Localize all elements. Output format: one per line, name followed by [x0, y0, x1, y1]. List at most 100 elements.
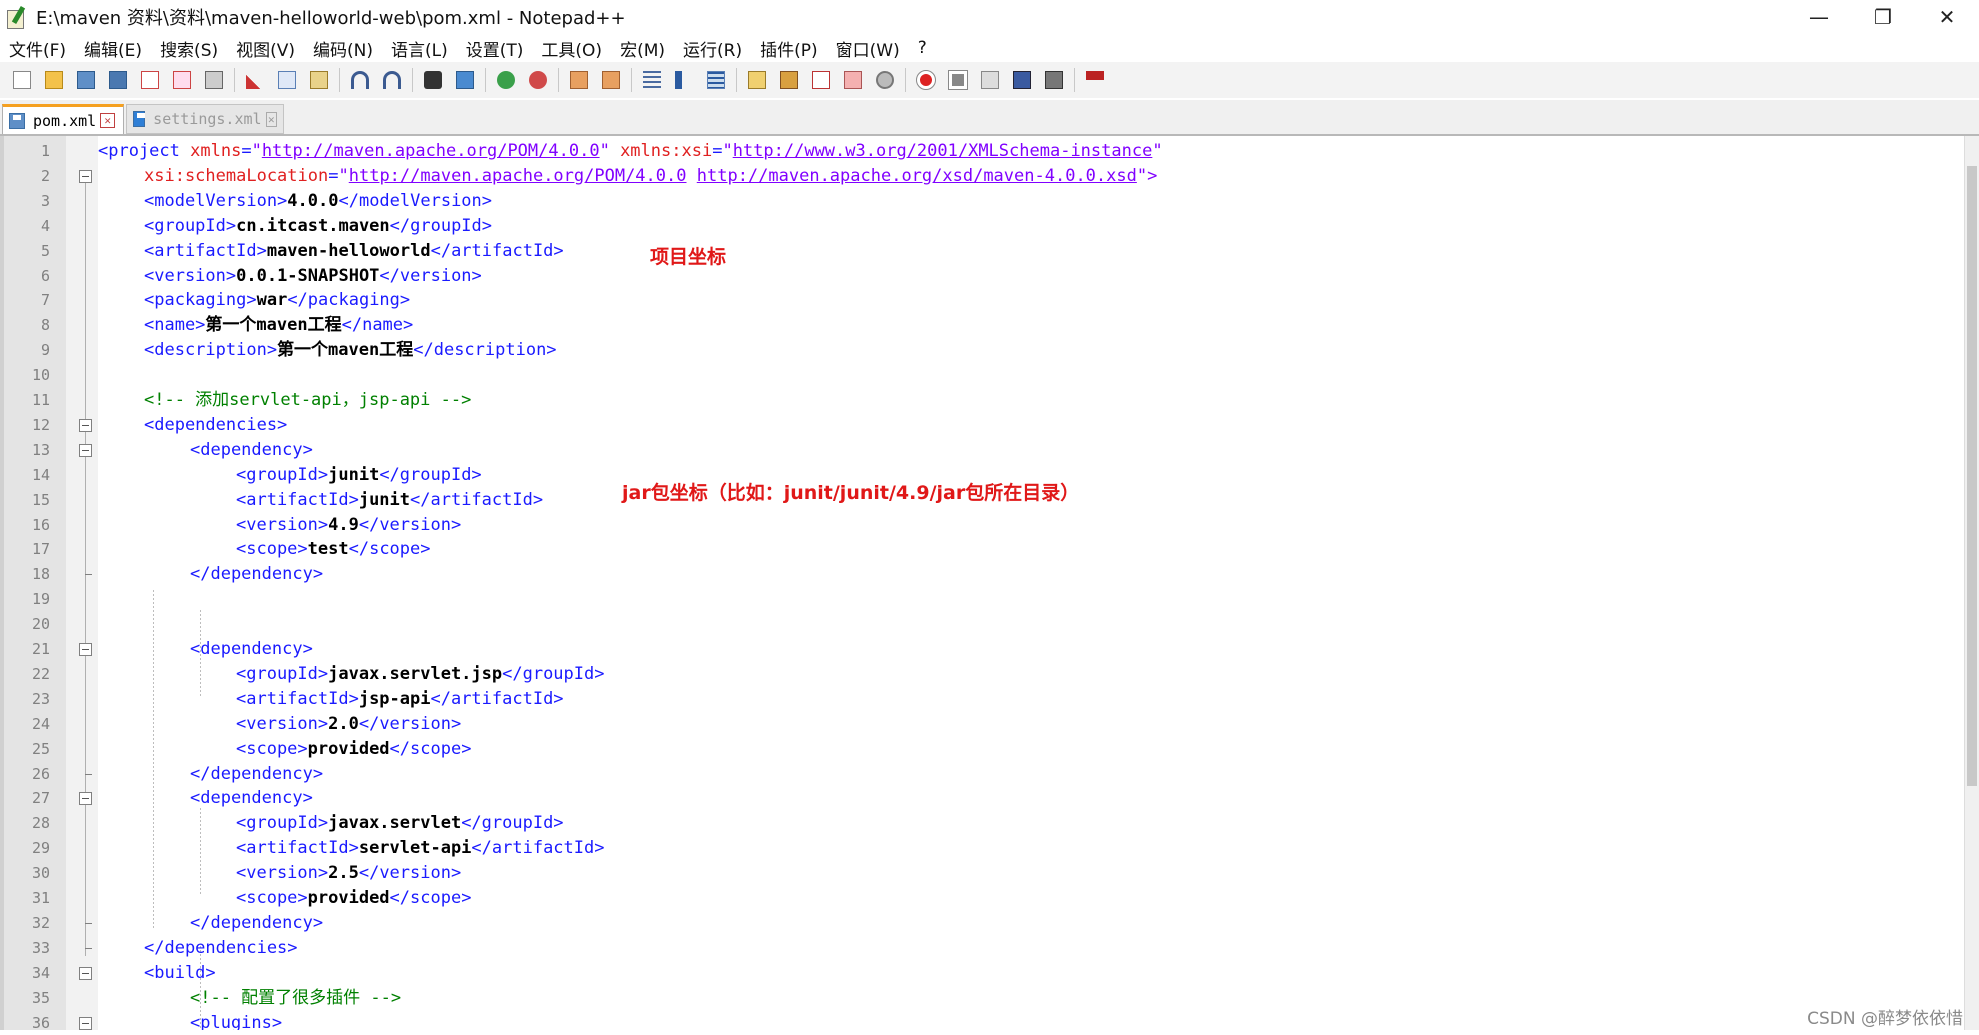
close-tab-icon[interactable]: ✕	[100, 113, 116, 128]
redo-icon[interactable]	[380, 68, 404, 92]
menu-run[interactable]: 运行(R)	[674, 36, 751, 61]
save-icon[interactable]	[74, 68, 98, 92]
close-all-icon[interactable]	[170, 68, 194, 92]
menu-file[interactable]: 文件(F)	[0, 36, 75, 61]
menu-settings[interactable]: 设置(T)	[457, 36, 533, 61]
replace-icon[interactable]	[453, 68, 477, 92]
menu-view[interactable]: 视图(V)	[227, 36, 304, 61]
code-line[interactable]: 3 <modelVersion>4.0.0</modelVersion>	[0, 189, 1960, 214]
doc-map-icon[interactable]	[777, 68, 801, 92]
new-icon[interactable]	[10, 68, 34, 92]
code-line[interactable]: 32 </dependency>	[0, 911, 1960, 936]
folder-workspace-icon[interactable]	[841, 68, 865, 92]
code-line[interactable]: 19	[0, 587, 1960, 612]
menu-plugins[interactable]: 插件(P)	[751, 36, 827, 61]
code-line[interactable]: 10	[0, 363, 1960, 388]
close-icon[interactable]	[138, 68, 162, 92]
run-macro-multiple-icon[interactable]	[1010, 68, 1034, 92]
code-line[interactable]: 22 <groupId>javax.servlet.jsp</groupId>	[0, 662, 1960, 687]
menu-encoding[interactable]: 编码(N)	[304, 36, 382, 61]
open-icon[interactable]	[42, 68, 66, 92]
function-list-icon[interactable]	[809, 68, 833, 92]
record-macro-icon[interactable]	[914, 68, 938, 92]
fold-toggle-icon[interactable]	[79, 1016, 92, 1030]
word-wrap-icon[interactable]	[640, 68, 664, 92]
code-line[interactable]: 34 <build>	[0, 961, 1960, 986]
save-macro-icon[interactable]	[1042, 68, 1066, 92]
code-line[interactable]: 31 <scope>provided</scope>	[0, 886, 1960, 911]
sync-h-icon[interactable]	[599, 68, 623, 92]
menu-macro[interactable]: 宏(M)	[611, 36, 674, 61]
menu-tools[interactable]: 工具(O)	[532, 36, 611, 61]
code-line[interactable]: 1 <project xmlns="http://maven.apache.org…	[0, 139, 1960, 164]
lang-icon[interactable]	[745, 68, 769, 92]
code-line[interactable]: 23 <artifactId>jsp-api</artifactId>	[0, 687, 1960, 712]
notepadpp-app-icon[interactable]	[6, 5, 28, 29]
code-line[interactable]: 26 </dependency>	[0, 762, 1960, 787]
code-token: 2.0	[328, 713, 359, 734]
menu-language[interactable]: 语言(L)	[382, 36, 457, 61]
fold-toggle-icon[interactable]	[79, 169, 92, 183]
show-all-chars-icon[interactable]	[672, 68, 696, 92]
sync-v-icon[interactable]	[567, 68, 591, 92]
code-line[interactable]: 7 <packaging>war</packaging>	[0, 288, 1960, 313]
fold-toggle-icon[interactable]	[79, 443, 92, 457]
code-line[interactable]: 36 <plugins>	[0, 1011, 1960, 1031]
code-line[interactable]: 20	[0, 612, 1960, 637]
code-line[interactable]: 12 <dependencies>	[0, 413, 1960, 438]
menu-help[interactable]: ?	[909, 38, 936, 58]
code-line[interactable]: 11 <!-- 添加servlet-api，jsp-api -->	[0, 388, 1960, 413]
code-line[interactable]: 17 <scope>test</scope>	[0, 537, 1960, 562]
line-number: 36	[31, 1013, 50, 1031]
fold-toggle-icon[interactable]	[79, 643, 92, 656]
fold-toggle-icon[interactable]	[79, 418, 92, 432]
tab-pom-xml[interactable]: pom.xml ✕	[2, 104, 124, 134]
indent-guide-icon[interactable]	[704, 68, 728, 92]
find-icon[interactable]	[421, 68, 445, 92]
zoom-out-icon[interactable]	[526, 68, 550, 92]
code-line[interactable]: 9 <description>第一个maven工程</description>	[0, 338, 1960, 363]
zoom-in-icon[interactable]	[494, 68, 518, 92]
code-line[interactable]: 8 <name>第一个maven工程</name>	[0, 313, 1960, 338]
code-line[interactable]: 18 </dependency>	[0, 562, 1960, 587]
code-line[interactable]: 16 <version>4.9</version>	[0, 513, 1960, 538]
undo-icon[interactable]	[348, 68, 372, 92]
print-icon[interactable]	[202, 68, 226, 92]
code-line[interactable]: 2 xsi:schemaLocation="http://maven.apache…	[0, 164, 1960, 189]
save-all-icon[interactable]	[106, 68, 130, 92]
vertical-scrollbar[interactable]	[1964, 136, 1979, 1030]
code-line[interactable]: 5 <artifactId>maven-helloworld</artifactI…	[0, 239, 1960, 264]
cut-icon[interactable]	[243, 68, 267, 92]
code-line[interactable]: 24 <version>2.0</version>	[0, 712, 1960, 737]
fold-toggle-icon[interactable]	[79, 792, 92, 806]
menu-search[interactable]: 搜索(S)	[151, 36, 227, 61]
menu-edit[interactable]: 编辑(E)	[75, 36, 151, 61]
code-line[interactable]: 29 <artifactId>servlet-api</artifactId>	[0, 836, 1960, 861]
menu-window[interactable]: 窗口(W)	[827, 36, 909, 61]
close-window-button[interactable]: ✕	[1915, 0, 1979, 34]
scrollbar-thumb[interactable]	[1967, 166, 1977, 786]
code-line[interactable]: 30 <version>2.5</version>	[0, 861, 1960, 886]
code-line[interactable]: 13 <dependency>	[0, 438, 1960, 463]
code-token: xsi:schemaLocation	[144, 165, 329, 186]
minimize-button[interactable]: —	[1787, 0, 1851, 34]
code-line[interactable]: 6 <version>0.0.1-SNAPSHOT</version>	[0, 264, 1960, 289]
stop-macro-icon[interactable]	[946, 68, 970, 92]
code-line[interactable]: 25 <scope>provided</scope>	[0, 737, 1960, 762]
monitor-icon[interactable]	[873, 68, 897, 92]
code-line[interactable]: 28 <groupId>javax.servlet</groupId>	[0, 811, 1960, 836]
spellcheck-icon[interactable]	[1083, 68, 1107, 92]
play-macro-icon[interactable]	[978, 68, 1002, 92]
code-line[interactable]: 33 </dependencies>	[0, 936, 1960, 961]
code-line[interactable]: 27 <dependency>	[0, 786, 1960, 811]
code-line[interactable]: 21 <dependency>	[0, 637, 1960, 662]
code-line[interactable]: 35 <!-- 配置了很多插件 -->	[0, 986, 1960, 1011]
code-editor[interactable]: 1 <project xmlns="http://maven.apache.org…	[0, 136, 1979, 1030]
restore-button[interactable]: ❐	[1851, 0, 1915, 34]
paste-icon[interactable]	[307, 68, 331, 92]
close-tab-icon[interactable]: ✕	[265, 111, 277, 127]
tab-settings-xml[interactable]: settings.xml ✕	[126, 104, 284, 134]
fold-toggle-icon[interactable]	[79, 966, 92, 980]
copy-icon[interactable]	[275, 68, 299, 92]
code-line[interactable]: 4 <groupId>cn.itcast.maven</groupId>	[0, 214, 1960, 239]
